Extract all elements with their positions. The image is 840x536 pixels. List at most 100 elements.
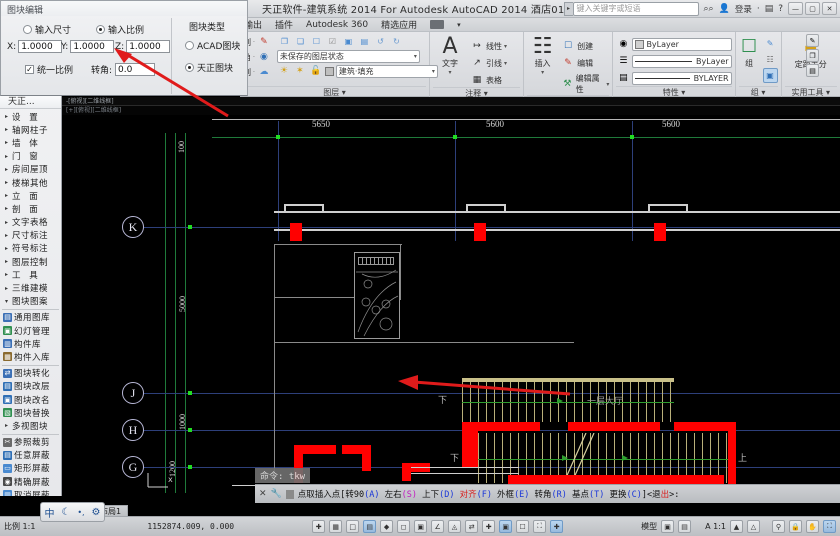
linear-dim-button[interactable]: ↦ 线性 ▾	[470, 39, 507, 53]
group-ungroup-icon[interactable]: ☷	[763, 52, 778, 67]
wall-red[interactable]	[342, 445, 371, 454]
ime-toolbar[interactable]: 中 ☾ •, ⚙	[40, 502, 105, 522]
object-color-combo[interactable]: ByLayer	[632, 37, 732, 51]
layer-cloud-icon[interactable]: ☁	[257, 65, 271, 79]
grip-point[interactable]	[630, 135, 634, 139]
maximize-button[interactable]: ▢	[805, 2, 820, 15]
ribbon-panel-group-title[interactable]: 组 ▾	[738, 86, 778, 97]
sidebar-item-dimension[interactable]: ▸ 尺寸标注	[0, 229, 61, 242]
wall-red[interactable]	[294, 445, 336, 454]
dyn-icon[interactable]: ∠	[431, 520, 445, 533]
layer-tool-1-icon[interactable]: ❐	[277, 34, 292, 49]
layer-iso-icon[interactable]: ◉	[257, 50, 271, 64]
sc-icon[interactable]: ▣	[499, 520, 513, 533]
search-dropdown-caret[interactable]: ▸	[563, 1, 573, 16]
grip-point[interactable]	[188, 465, 192, 469]
layer-tool-7-icon[interactable]: ↺	[373, 34, 388, 49]
group-select-icon[interactable]: ▣	[762, 68, 778, 83]
utility-measure-icon[interactable]: ✎	[806, 34, 819, 47]
sidebar-item-section[interactable]: ▸ 剖 面	[0, 202, 61, 215]
ducs-icon[interactable]: ▣	[414, 520, 428, 533]
exchange-icon[interactable]: ▤	[765, 4, 774, 14]
layer-pen-icon[interactable]: ✎	[257, 35, 271, 49]
grip-point[interactable]	[188, 391, 192, 395]
sidebar-item-stairs-other[interactable]: ▸ 楼梯其他	[0, 176, 61, 189]
command-line[interactable]: ✕ 🔧 点取插入点[转90(A) 左右(S) 上下(D) 对齐(F) 外框(E)…	[255, 484, 840, 503]
menu-item-autodesk360[interactable]: Autodesk 360	[306, 20, 368, 30]
zoom-icon[interactable]: ⚲	[772, 520, 785, 533]
lineweight-icon[interactable]: ▤	[616, 71, 630, 85]
text-tool-button[interactable]: A 文字 ▾	[433, 36, 467, 77]
layer-tool-2-icon[interactable]: ❏	[293, 34, 308, 49]
search-input[interactable]: 键入关键字或短语	[572, 1, 699, 16]
close-icon[interactable]: ✕	[259, 489, 267, 499]
wrench-icon[interactable]: 🔧	[271, 489, 282, 499]
sun-icon[interactable]: ✶	[293, 64, 307, 78]
layer-tool-5-icon[interactable]: ▣	[341, 34, 356, 49]
sidebar-item-layer-control[interactable]: ▸ 图层控制	[0, 255, 61, 268]
annot-visibility-icon[interactable]: ▲	[730, 520, 743, 533]
clean-screen-toggle-icon[interactable]: ⛶	[823, 520, 836, 533]
osnap-icon[interactable]: ◆	[380, 520, 394, 533]
wall-red[interactable]	[568, 422, 660, 431]
ortho-icon[interactable]: □	[346, 520, 360, 533]
layer-tool-6-icon[interactable]: ▤	[357, 34, 372, 49]
sidebar-item-rect-mask[interactable]: ▭ 矩形屏蔽	[0, 462, 61, 475]
edit-attributes-button[interactable]: ⚒ 编辑属性 ▾	[561, 73, 609, 95]
sidebar-item-free-mask[interactable]: ▤ 任意屏蔽	[0, 449, 61, 462]
wall-red[interactable]	[674, 422, 734, 431]
column-red[interactable]	[474, 223, 486, 241]
layer-tool-4-icon[interactable]: ☑	[325, 34, 340, 49]
table-button[interactable]: ▦ 表格	[470, 73, 507, 87]
layer-tool-8-icon[interactable]: ↻	[389, 34, 404, 49]
sidebar-item-settings[interactable]: ▸ 设 置	[0, 110, 61, 123]
sidebar-item-xref-clip[interactable]: ✂ 参照裁剪	[0, 436, 61, 449]
polar-icon[interactable]: ▤	[363, 520, 377, 533]
sidebar-item-elevation[interactable]: ▸ 立 面	[0, 189, 61, 202]
axis-bubble-H[interactable]: H	[122, 419, 144, 441]
color-wheel-icon[interactable]: ◉	[616, 37, 630, 51]
layer-state-combo[interactable]: 未保存的图层状态 ▾	[276, 50, 420, 63]
sidebar-item-multiview-block[interactable]: ▸ 多视图块	[0, 419, 61, 432]
annotation-scale-label[interactable]: A 1:1	[705, 522, 726, 531]
wall-red[interactable]	[478, 422, 540, 431]
menu-item-plugins[interactable]: 插件	[275, 18, 293, 31]
axis-bubble-J[interactable]: J	[122, 382, 144, 404]
grid-icon[interactable]: ▦	[329, 520, 343, 533]
coordinate-display[interactable]: 1152874.009, 0.000	[147, 522, 234, 531]
group-button[interactable]: ☐ 组	[739, 36, 760, 69]
menu-item-featured-apps[interactable]: 精选应用	[381, 18, 417, 31]
sidebar-item-text-table[interactable]: ▸ 文字表格	[0, 216, 61, 229]
grip-point[interactable]	[276, 135, 280, 139]
fullscreen-icon[interactable]: ⛶	[533, 520, 547, 533]
panel-toggle-icon[interactable]	[430, 20, 445, 29]
x-scale-input[interactable]: 1.0000	[18, 40, 63, 53]
tpy-icon[interactable]: ⇄	[465, 520, 479, 533]
snap-icon[interactable]: ✚	[312, 520, 326, 533]
unlock-icon[interactable]: 🔓	[309, 64, 323, 78]
login-link[interactable]: 登录	[735, 3, 752, 15]
radio-input-scale[interactable]: 输入比例	[96, 23, 144, 36]
wall-red[interactable]	[402, 463, 411, 481]
axis-bubble-G[interactable]: G	[122, 456, 144, 478]
sidebar-item-tools[interactable]: ▸ 工 具	[0, 268, 61, 281]
wall-red[interactable]	[508, 475, 724, 484]
ribbon-panel-properties-title[interactable]: 特性 ▾	[616, 86, 732, 97]
lock-icon[interactable]: 🔒	[789, 520, 802, 533]
annot-auto-icon[interactable]: △	[747, 520, 760, 533]
column-red[interactable]	[654, 223, 666, 241]
qp-icon[interactable]: ✚	[482, 520, 496, 533]
sidebar-item-room-roof[interactable]: ▸ 房间屋顶	[0, 163, 61, 176]
y-scale-input[interactable]: 1.0000	[70, 40, 115, 53]
edit-block-button[interactable]: ✎ 编辑	[561, 56, 609, 70]
lineweight-combo[interactable]: BYLAYER	[632, 71, 732, 85]
sidebar-item-3d-modeling[interactable]: ▸ 三维建模	[0, 281, 61, 294]
sidebar-item-wall[interactable]: ▸ 墙 体	[0, 136, 61, 149]
layer-color-swatch[interactable]	[324, 66, 334, 76]
grip-point[interactable]	[188, 225, 192, 229]
sidebar-item-block-pattern[interactable]: ▾ 图块图案	[0, 295, 61, 308]
layer-tool-3-icon[interactable]: ☐	[309, 34, 324, 49]
lwt-icon[interactable]: ◬	[448, 520, 462, 533]
sidebar-item-general-library[interactable]: ▤ 通用图库	[0, 311, 61, 324]
menu-caret-icon[interactable]: ▾	[457, 21, 461, 29]
